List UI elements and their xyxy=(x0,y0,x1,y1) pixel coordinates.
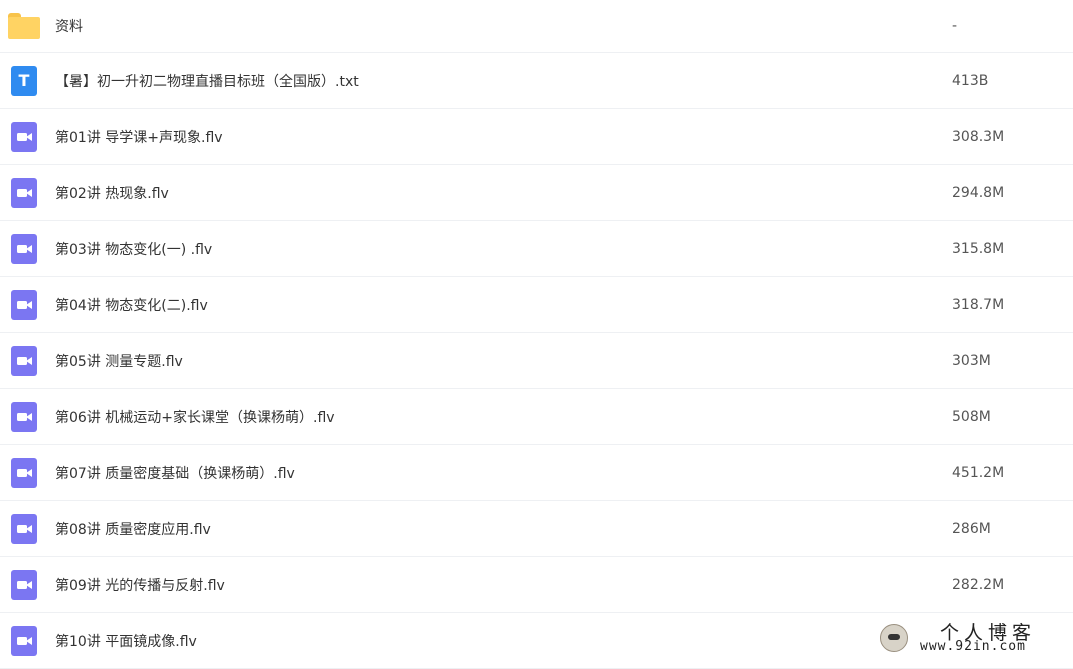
file-name[interactable]: 第07讲 质量密度基础（换课杨萌）.flv xyxy=(55,463,295,483)
watermark-url: www.92in.com xyxy=(920,639,1026,654)
file-row-video[interactable]: 第05讲 测量专题.flv 303M xyxy=(0,333,1073,389)
file-size: - xyxy=(952,18,958,34)
file-name[interactable]: 第09讲 光的传播与反射.flv xyxy=(55,575,225,595)
file-name[interactable]: 【暑】初一升初二物理直播目标班（全国版）.txt xyxy=(55,71,359,91)
file-size: 318.7M xyxy=(952,296,1005,313)
file-size: 286M xyxy=(952,520,991,537)
watermark-avatar-icon xyxy=(880,624,908,652)
folder-icon xyxy=(8,13,40,39)
file-name[interactable]: 第04讲 物态变化(二).flv xyxy=(55,295,208,315)
watermark: 个人博客 www.92in.com xyxy=(878,620,1053,656)
file-list: 资料 - T 【暑】初一升初二物理直播目标班（全国版）.txt 413B 第01… xyxy=(0,0,1073,669)
file-name[interactable]: 第01讲 导学课+声现象.flv xyxy=(55,127,223,147)
file-name[interactable]: 第02讲 热现象.flv xyxy=(55,183,169,203)
video-icon xyxy=(11,457,37,488)
file-name[interactable]: 第06讲 机械运动+家长课堂（换课杨萌）.flv xyxy=(55,407,335,427)
video-icon xyxy=(11,345,37,376)
video-icon xyxy=(11,513,37,544)
file-row-video[interactable]: 第09讲 光的传播与反射.flv 282.2M xyxy=(0,557,1073,613)
file-row-video[interactable]: 第04讲 物态变化(二).flv 318.7M xyxy=(0,277,1073,333)
file-row-video[interactable]: 第08讲 质量密度应用.flv 286M xyxy=(0,501,1073,557)
file-name[interactable]: 第10讲 平面镜成像.flv xyxy=(55,631,197,651)
file-row-video[interactable]: 第06讲 机械运动+家长课堂（换课杨萌）.flv 508M xyxy=(0,389,1073,445)
file-row-txt[interactable]: T 【暑】初一升初二物理直播目标班（全国版）.txt 413B xyxy=(0,53,1073,109)
file-row-video[interactable]: 第01讲 导学课+声现象.flv 308.3M xyxy=(0,109,1073,165)
file-name[interactable]: 第03讲 物态变化(一) .flv xyxy=(55,239,212,259)
file-size: 282.2M xyxy=(952,576,1005,593)
file-size: 308.3M xyxy=(952,128,1005,145)
file-name[interactable]: 资料 xyxy=(55,16,83,36)
file-row-video[interactable]: 第03讲 物态变化(一) .flv 315.8M xyxy=(0,221,1073,277)
video-icon xyxy=(11,233,37,264)
file-row-video[interactable]: 第02讲 热现象.flv 294.8M xyxy=(0,165,1073,221)
video-icon xyxy=(11,289,37,320)
txt-icon: T xyxy=(11,65,37,96)
file-row-folder[interactable]: 资料 - xyxy=(0,0,1073,53)
video-icon xyxy=(11,401,37,432)
file-name[interactable]: 第05讲 测量专题.flv xyxy=(55,351,183,371)
file-size: 294.8M xyxy=(952,184,1005,201)
file-size: 413B xyxy=(952,72,989,89)
file-size: 303M xyxy=(952,352,991,369)
file-size: 508M xyxy=(952,408,991,425)
file-row-video[interactable]: 第07讲 质量密度基础（换课杨萌）.flv 451.2M xyxy=(0,445,1073,501)
video-icon xyxy=(11,625,37,656)
video-icon xyxy=(11,177,37,208)
video-icon xyxy=(11,121,37,152)
video-icon xyxy=(11,569,37,600)
file-name[interactable]: 第08讲 质量密度应用.flv xyxy=(55,519,211,539)
file-size: 451.2M xyxy=(952,464,1005,481)
file-size: 315.8M xyxy=(952,240,1005,257)
